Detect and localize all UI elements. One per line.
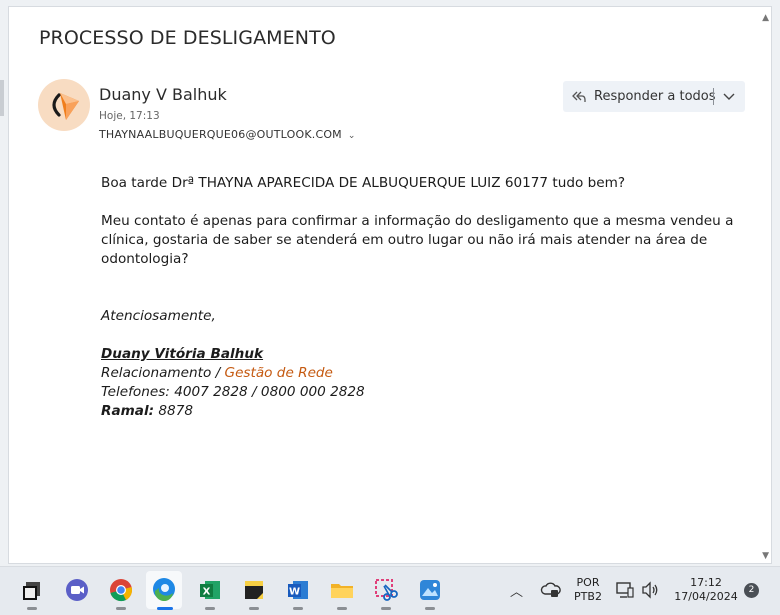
- app-indicator-active: [157, 607, 173, 610]
- chevron-down-icon[interactable]: ⌄: [348, 131, 356, 141]
- signature-role: Relacionamento / Gestão de Rede: [101, 364, 741, 383]
- recipient-address: THAYNAALBUQUERQUE06@OUTLOOK.COM: [99, 128, 342, 141]
- folder-icon[interactable]: [328, 576, 356, 604]
- app-indicator: [381, 607, 391, 610]
- email-date: Hoje, 17:13: [99, 110, 160, 122]
- email-body: Boa tarde Drª THAYNA APARECIDA DE ALBUQU…: [101, 174, 741, 421]
- reply-divider: [713, 88, 714, 105]
- snipping-tool-icon[interactable]: [372, 576, 400, 604]
- edge-icon[interactable]: [146, 571, 182, 609]
- app-indicator: [425, 607, 435, 610]
- signature-phones: Telefones: 4007 2828 / 0800 000 2828: [101, 384, 365, 400]
- chrome-icon[interactable]: [107, 576, 135, 604]
- app-indicator: [337, 607, 347, 610]
- body-paragraph: Meu contato é apenas para confirmar a in…: [101, 213, 734, 267]
- body-closing: Atenciosamente,: [101, 308, 216, 324]
- app-indicator: [116, 607, 126, 610]
- clock-time: 17:12: [690, 576, 722, 589]
- video-chat-icon[interactable]: [63, 576, 91, 604]
- word-icon[interactable]: W: [284, 576, 312, 604]
- app-indicator: [293, 607, 303, 610]
- sticky-notes-icon[interactable]: [240, 576, 268, 604]
- reply-all-label: Responder a todos: [594, 89, 716, 104]
- app-indicator: [249, 607, 259, 610]
- app-indicator: [205, 607, 215, 610]
- signature-role-prefix: Relacionamento /: [101, 365, 225, 381]
- reply-all-icon: [572, 91, 586, 102]
- language-top: POR: [576, 576, 600, 589]
- app-indicator: [27, 607, 37, 610]
- sender-avatar[interactable]: [38, 79, 90, 131]
- excel-icon[interactable]: X: [196, 576, 224, 604]
- recipient-line[interactable]: THAYNAALBUQUERQUE06@OUTLOOK.COM ⌄: [99, 128, 356, 141]
- left-panel-edge: [0, 80, 4, 116]
- network-icon[interactable]: [615, 580, 635, 604]
- reply-all-button[interactable]: Responder a todos: [563, 81, 745, 112]
- signature-name: Duany Vitória Balhuk: [101, 346, 264, 362]
- clock-date: 17/04/2024: [674, 590, 738, 603]
- signature-ramal-value: 8878: [154, 403, 193, 419]
- photos-icon[interactable]: [416, 576, 444, 604]
- email-subject: PROCESSO DE DESLIGAMENTO: [39, 27, 336, 49]
- scroll-up-icon[interactable]: ▲: [762, 13, 769, 23]
- taskbar: X W ︿ POR PTB2 17:12 17/04/2024 2: [0, 566, 780, 615]
- reply-options-chevron-icon[interactable]: [721, 88, 737, 104]
- sender-name[interactable]: Duany V Balhuk: [99, 85, 227, 104]
- signature-ramal: Ramal: 8878: [101, 402, 741, 421]
- signature-ramal-label: Ramal:: [101, 403, 155, 419]
- volume-icon[interactable]: [640, 580, 660, 604]
- language-indicator[interactable]: POR PTB2: [572, 576, 604, 604]
- company-logo-icon: [52, 93, 79, 120]
- signature-dept: Gestão de Rede: [224, 365, 333, 381]
- notification-badge[interactable]: 2: [744, 583, 759, 598]
- svg-text:W: W: [289, 587, 300, 598]
- file-explorer-window-icon[interactable]: [18, 576, 46, 604]
- show-hidden-icons-chevron-up-icon[interactable]: ︿: [510, 581, 523, 600]
- language-bottom: PTB2: [574, 590, 602, 603]
- email-reading-pane: ▲ ▼ PROCESSO DE DESLIGAMENTO Duany V Bal…: [8, 6, 772, 564]
- svg-text:X: X: [203, 587, 211, 598]
- cloud-sync-icon[interactable]: [540, 579, 562, 605]
- body-greeting: Boa tarde Drª THAYNA APARECIDA DE ALBUQU…: [101, 175, 626, 191]
- scroll-down-icon[interactable]: ▼: [762, 551, 769, 561]
- clock[interactable]: 17:12 17/04/2024: [670, 576, 742, 604]
